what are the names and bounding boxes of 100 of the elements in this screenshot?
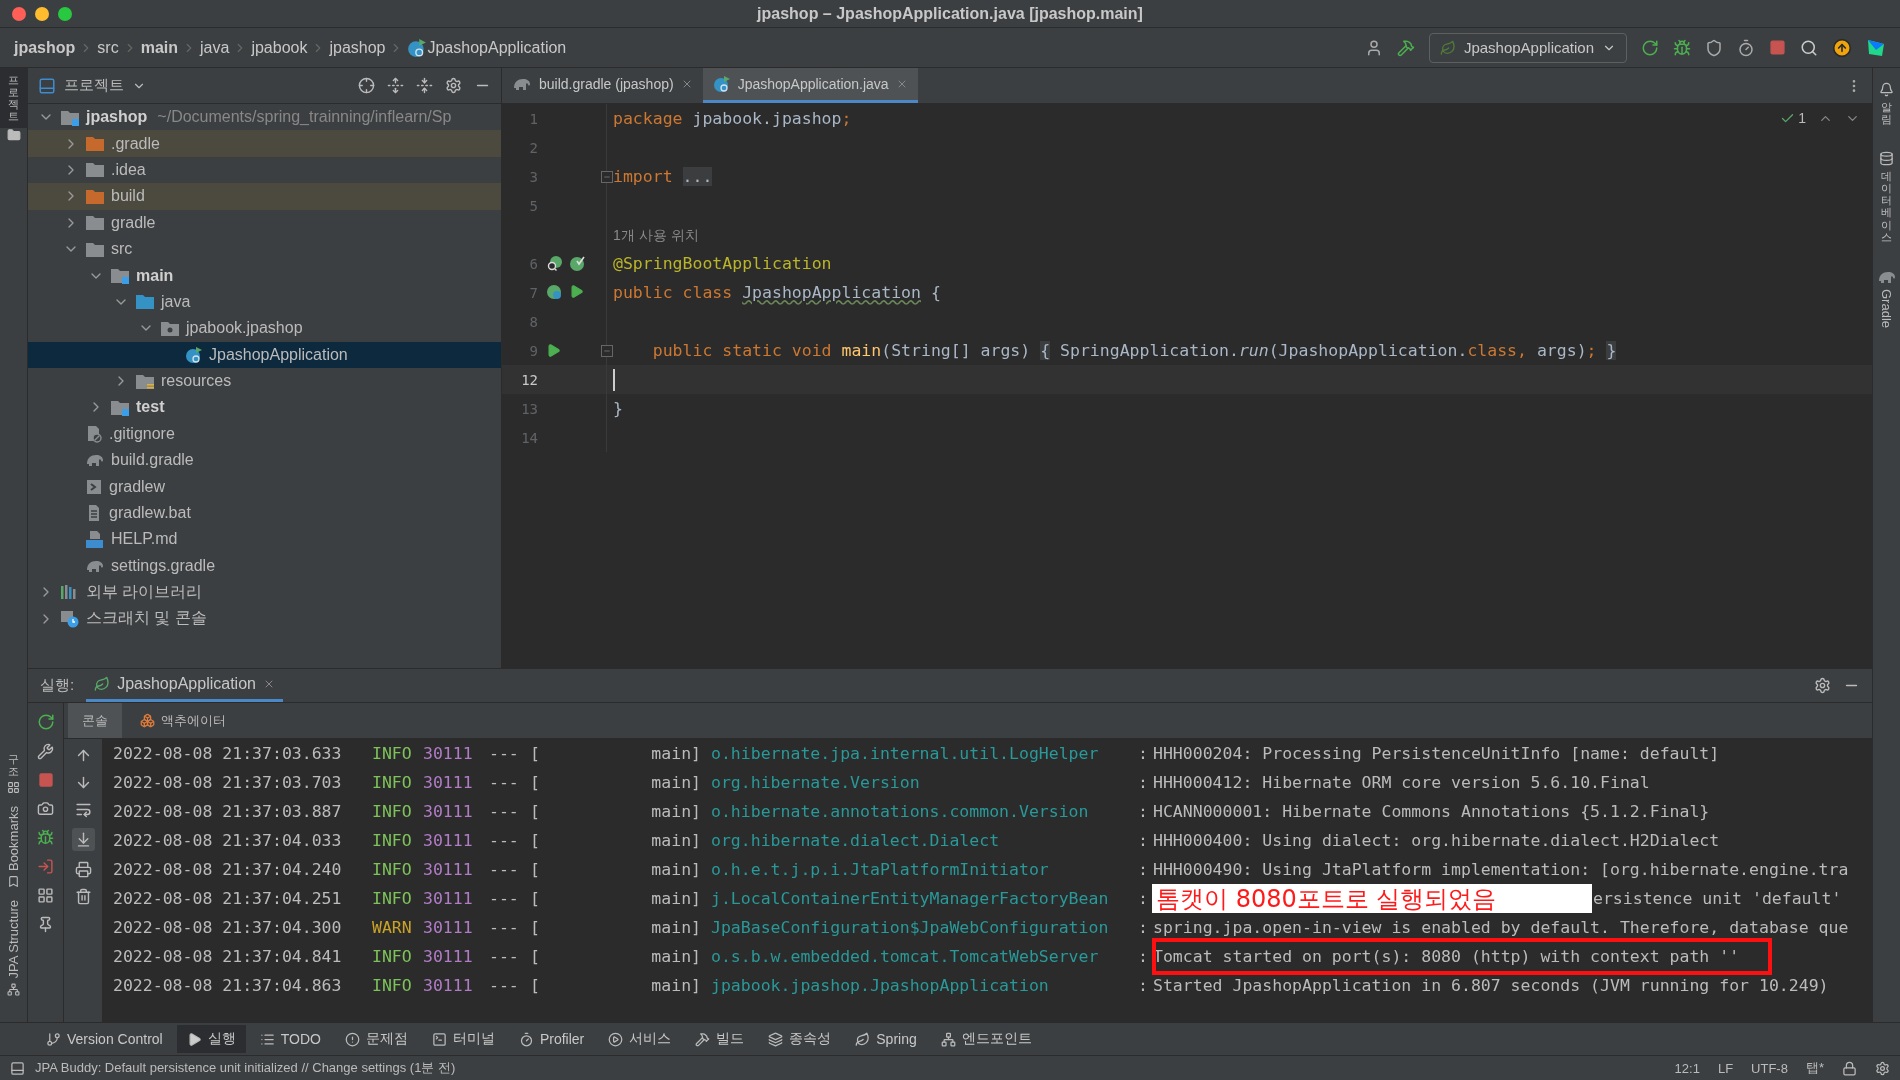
tree-row[interactable]: 외부 라이브러리 bbox=[28, 579, 501, 606]
status-item[interactable]: 탭* bbox=[1805, 1059, 1824, 1077]
tool-window-label[interactable]: 구조 bbox=[8, 753, 19, 778]
rerun-icon[interactable] bbox=[1641, 38, 1659, 57]
status-message[interactable]: JPA Buddy: Default persistence unit initialized // Change settings (1분 전) bbox=[35, 1059, 456, 1077]
search-icon[interactable] bbox=[1800, 38, 1818, 57]
wrench-icon[interactable] bbox=[37, 743, 54, 760]
bean-search-icon[interactable] bbox=[546, 255, 563, 272]
tool-window-tab[interactable]: Spring bbox=[845, 1026, 927, 1052]
tool-window-tab[interactable]: 종속성 bbox=[758, 1025, 842, 1053]
debug-icon[interactable] bbox=[37, 829, 54, 846]
layout-icon[interactable] bbox=[37, 887, 54, 904]
tree-row[interactable]: gradlew.bat bbox=[28, 499, 501, 527]
inspection-count[interactable]: 1 bbox=[1780, 110, 1806, 126]
tool-window-tab[interactable]: 문제점 bbox=[334, 1025, 418, 1053]
tree-row[interactable]: build bbox=[28, 183, 501, 210]
stop-icon[interactable] bbox=[1769, 39, 1786, 56]
tree-row[interactable]: main bbox=[28, 262, 501, 289]
bean-class-icon[interactable] bbox=[546, 284, 563, 301]
tree-row[interactable]: test bbox=[28, 394, 501, 421]
stop-icon[interactable] bbox=[37, 772, 54, 788]
tree-row[interactable]: jpashop ~/Documents/spring_trainning/inflearn/Sp bbox=[28, 104, 501, 131]
run-icon[interactable] bbox=[569, 284, 584, 299]
folder-icon[interactable] bbox=[6, 128, 21, 143]
lock-icon[interactable] bbox=[1842, 1060, 1857, 1076]
tool-window-label[interactable]: 알림 bbox=[1881, 101, 1892, 126]
tree-row[interactable]: gradlew bbox=[28, 473, 501, 500]
profile-icon[interactable] bbox=[1737, 38, 1755, 57]
tool-window-label[interactable]: JPA Structure bbox=[6, 900, 21, 979]
scroll-to-end-button[interactable] bbox=[71, 828, 95, 851]
editor-tab[interactable]: build.gradle (jpashop) bbox=[502, 68, 703, 103]
fold-icon[interactable] bbox=[601, 344, 613, 357]
tree-row[interactable]: .gitignore bbox=[28, 420, 501, 448]
tree-row[interactable]: gradle bbox=[28, 209, 501, 236]
breadcrumb[interactable]: src bbox=[97, 38, 119, 57]
tree-row[interactable]: settings.gradle bbox=[28, 552, 501, 580]
project-view-dropdown[interactable]: 프로젝트 bbox=[38, 76, 146, 95]
tool-window-label[interactable]: 데이터베이스 bbox=[1881, 170, 1892, 243]
tool-window-tab[interactable]: Profiler bbox=[508, 1026, 595, 1052]
maximize-button[interactable] bbox=[58, 7, 72, 21]
settings-icon[interactable] bbox=[445, 77, 462, 94]
camera-icon[interactable] bbox=[37, 800, 54, 817]
tree-row[interactable]: .gradle bbox=[28, 130, 501, 157]
tool-window-tab[interactable]: 실행 bbox=[176, 1025, 246, 1053]
breadcrumb[interactable]: jpashop bbox=[14, 38, 76, 57]
tree-row[interactable]: 스크래치 및 콘솔 bbox=[28, 605, 501, 632]
bookmark-icon[interactable] bbox=[7, 875, 20, 889]
tool-window-tab[interactable]: TODO bbox=[249, 1026, 331, 1052]
run-configuration-dropdown[interactable]: JpashopApplication bbox=[1428, 32, 1627, 63]
fold-icon[interactable] bbox=[601, 170, 613, 183]
tree-row[interactable]: JpashopApplication bbox=[28, 341, 501, 368]
breadcrumb[interactable]: JpashopApplication bbox=[427, 38, 567, 57]
exit-icon[interactable] bbox=[37, 858, 54, 875]
tool-window-label[interactable]: Bookmarks bbox=[6, 806, 21, 872]
wrap-icon[interactable] bbox=[74, 801, 92, 818]
bean-check-icon[interactable] bbox=[569, 255, 586, 272]
usage-hint[interactable]: 1개 사용 위치 bbox=[613, 226, 699, 243]
close-button[interactable] bbox=[12, 7, 26, 21]
toolbox-logo-icon[interactable] bbox=[1866, 37, 1886, 58]
tool-window-button[interactable]: 프로젝트 bbox=[0, 68, 28, 129]
run-icon[interactable] bbox=[546, 343, 561, 358]
collapse-all-icon[interactable] bbox=[416, 77, 433, 94]
update-icon[interactable] bbox=[1832, 37, 1852, 58]
tree-row[interactable]: .idea bbox=[28, 156, 501, 184]
console-tab[interactable]: 콘솔 bbox=[68, 703, 122, 738]
tool-window-tab[interactable]: 서비스 bbox=[598, 1025, 682, 1053]
tree-row[interactable]: java bbox=[28, 288, 501, 316]
status-item[interactable]: 12:1 bbox=[1674, 1060, 1700, 1076]
hierarchy-icon[interactable] bbox=[7, 983, 20, 996]
minimize-button[interactable] bbox=[35, 7, 49, 21]
breadcrumb[interactable]: java bbox=[200, 38, 230, 57]
tool-window-tab[interactable]: 터미널 bbox=[421, 1025, 505, 1053]
settings-icon[interactable] bbox=[1875, 1060, 1890, 1076]
status-item[interactable]: LF bbox=[1717, 1060, 1734, 1076]
tool-window-label[interactable]: Gradle bbox=[1879, 288, 1894, 328]
tool-window-tab[interactable]: 빌드 bbox=[685, 1025, 755, 1053]
tree-row[interactable]: HELP.md bbox=[28, 526, 501, 553]
pin-icon[interactable] bbox=[37, 916, 54, 933]
settings-icon[interactable] bbox=[1814, 677, 1831, 694]
rerun-icon[interactable] bbox=[36, 713, 55, 731]
status-item[interactable]: UTF-8 bbox=[1751, 1060, 1788, 1076]
tree-row[interactable]: jpabook.jpashop bbox=[28, 315, 501, 342]
tool-window-tab[interactable]: 엔드포인트 bbox=[930, 1025, 1042, 1053]
breadcrumb[interactable]: jpabook bbox=[251, 38, 308, 57]
breadcrumb[interactable]: main bbox=[140, 38, 178, 57]
trash-icon[interactable] bbox=[74, 888, 92, 905]
expand-all-icon[interactable] bbox=[387, 77, 404, 94]
coverage-icon[interactable] bbox=[1705, 38, 1723, 57]
console-tab[interactable]: 액추에이터 bbox=[126, 703, 240, 738]
breadcrumb[interactable]: jpashop bbox=[329, 38, 386, 57]
print-icon[interactable] bbox=[74, 861, 92, 878]
debug-icon[interactable] bbox=[1673, 38, 1691, 57]
hammer-icon[interactable] bbox=[1396, 38, 1415, 57]
tree-row[interactable]: resources bbox=[28, 367, 501, 395]
tree-row[interactable]: build.gradle bbox=[28, 447, 501, 474]
editor-tab[interactable]: JpashopApplication.java bbox=[702, 68, 918, 103]
locate-icon[interactable] bbox=[358, 77, 375, 94]
database-icon[interactable] bbox=[1879, 151, 1894, 167]
tool-window-tab[interactable]: Version Control bbox=[36, 1026, 173, 1052]
structure-icon[interactable] bbox=[7, 781, 20, 795]
